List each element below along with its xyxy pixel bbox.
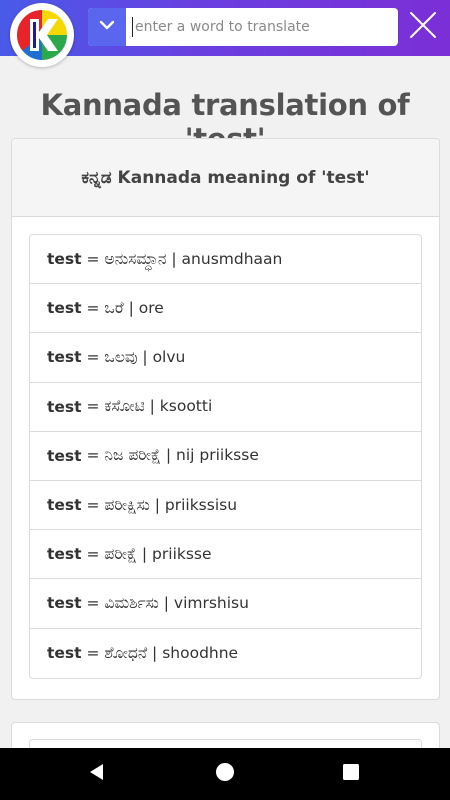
list-item[interactable]: test = ಪರೀಕ್ಷೆ | priiksse bbox=[30, 530, 421, 580]
source-word: test bbox=[47, 348, 82, 367]
meaning-card: ಕನ್ನಡ Kannada meaning of 'test' test = ಅ… bbox=[11, 138, 440, 700]
source-word: test bbox=[47, 644, 82, 663]
search-box bbox=[88, 8, 398, 46]
list-item[interactable]: test = ಕಸೋಟಿ | ksootti bbox=[30, 383, 421, 432]
recents-button[interactable] bbox=[340, 763, 362, 785]
list-item[interactable]: test = ಒರೆ | ore bbox=[30, 284, 421, 334]
chevron-down-icon bbox=[97, 15, 117, 39]
home-button[interactable] bbox=[214, 763, 236, 785]
translation-text: = ನಿಜ ಪರೀಕ್ಷೆ | nij priiksse bbox=[81, 446, 259, 465]
translation-text: = ಪರೀಕ್ಷಿಸು | priikssisu bbox=[81, 495, 238, 514]
source-word: test bbox=[47, 299, 82, 318]
list-item[interactable]: test = ಅನುಸಮ್ಧಾನ | anusmdhaan bbox=[30, 235, 421, 285]
list-item[interactable]: test = ಒಲವು | olvu bbox=[30, 333, 421, 383]
k-logo-icon bbox=[15, 8, 69, 62]
meaning-card-header: ಕನ್ನಡ Kannada meaning of 'test' bbox=[12, 139, 439, 217]
language-dropdown-button[interactable] bbox=[88, 8, 126, 46]
translation-text: = ಅನುಸಮ್ಧಾನ | anusmdhaan bbox=[81, 249, 283, 268]
list-item[interactable]: test = ವಿಮರ್ಶಿಸು | vimrshisu bbox=[30, 579, 421, 629]
translation-text: = ಒರೆ | ore bbox=[81, 298, 164, 317]
back-button[interactable] bbox=[86, 763, 108, 785]
home-icon bbox=[215, 762, 235, 786]
source-word: test bbox=[47, 446, 82, 465]
source-word: test bbox=[47, 496, 82, 515]
translation-text: = ಪರೀಕ್ಷೆ | priiksse bbox=[81, 544, 212, 563]
close-icon bbox=[409, 11, 437, 43]
translation-text: = ಶೋಧನೆ | shoodhne bbox=[81, 643, 239, 662]
translation-text: = ಒಲವು | olvu bbox=[81, 347, 186, 366]
meaning-list: test = ಅನುಸಮ್ಧಾನ | anusmdhaan test = ಒರೆ… bbox=[29, 234, 422, 679]
list-item[interactable]: test = ಶೋಧನೆ | shoodhne bbox=[30, 629, 421, 678]
source-word: test bbox=[47, 545, 82, 564]
back-icon bbox=[87, 762, 107, 786]
source-word: test bbox=[47, 594, 82, 613]
translation-text: = ಕಸೋಟಿ | ksootti bbox=[81, 397, 213, 416]
translation-text: = ವಿಮರ್ಶಿಸು | vimrshisu bbox=[81, 593, 249, 612]
source-word: test bbox=[47, 397, 82, 416]
search-input[interactable] bbox=[132, 17, 394, 37]
app-logo[interactable] bbox=[10, 3, 74, 67]
close-button[interactable] bbox=[406, 10, 440, 44]
list-item[interactable]: test = ನಿಜ ಪರೀಕ್ಷೆ | nij priiksse bbox=[30, 432, 421, 481]
source-word: test bbox=[47, 250, 82, 269]
system-nav-bar bbox=[0, 748, 450, 800]
recents-icon bbox=[341, 762, 361, 786]
list-item[interactable]: test = ಪರೀಕ್ಷಿಸು | priikssisu bbox=[30, 481, 421, 531]
